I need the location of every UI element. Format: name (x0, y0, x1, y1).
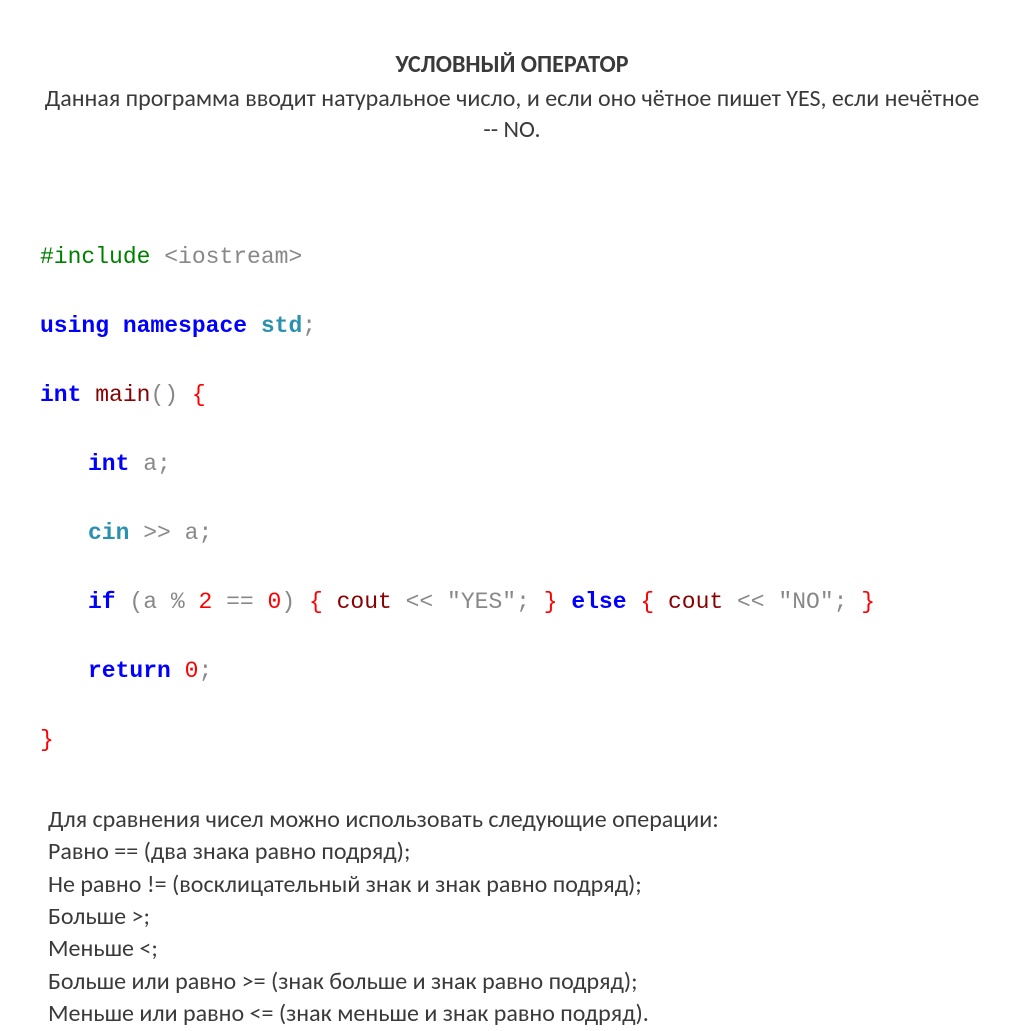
code-line-using: using namespace std; (40, 309, 984, 344)
explanation-op-greater: Больше >; (48, 901, 984, 933)
code-line-if: if (a % 2 == 0) { cout << "YES"; } else … (40, 585, 984, 620)
explanation-intro: Для сравнения чисел можно использовать с… (48, 804, 984, 836)
code-line-return: return 0; (40, 654, 984, 689)
explanation-op-less: Меньше <; (48, 933, 984, 965)
explanation-block: Для сравнения чисел можно использовать с… (40, 804, 984, 1031)
slide-title: УСЛОВНЫЙ ОПЕРАТОР (40, 50, 984, 79)
code-line-cin: cin >> a; (40, 516, 984, 551)
slide-subtitle: Данная программа вводит натуральное числ… (40, 83, 984, 145)
code-line-close: } (40, 723, 984, 758)
code-line-main: int main() { (40, 378, 984, 413)
explanation-op-equal: Равно == (два знака равно подряд); (48, 836, 984, 868)
code-block: #include <iostream> using namespace std;… (40, 205, 984, 792)
explanation-op-notequal: Не равно != (восклицательный знак и знак… (48, 869, 984, 901)
code-line-include: #include <iostream> (40, 240, 984, 275)
explanation-op-lte: Меньше или равно <= (знак меньше и знак … (48, 998, 984, 1030)
code-line-decl: int a; (40, 447, 984, 482)
slide-header: УСЛОВНЫЙ ОПЕРАТОР Данная программа вводи… (40, 50, 984, 145)
explanation-op-gte: Больше или равно >= (знак больше и знак … (48, 966, 984, 998)
